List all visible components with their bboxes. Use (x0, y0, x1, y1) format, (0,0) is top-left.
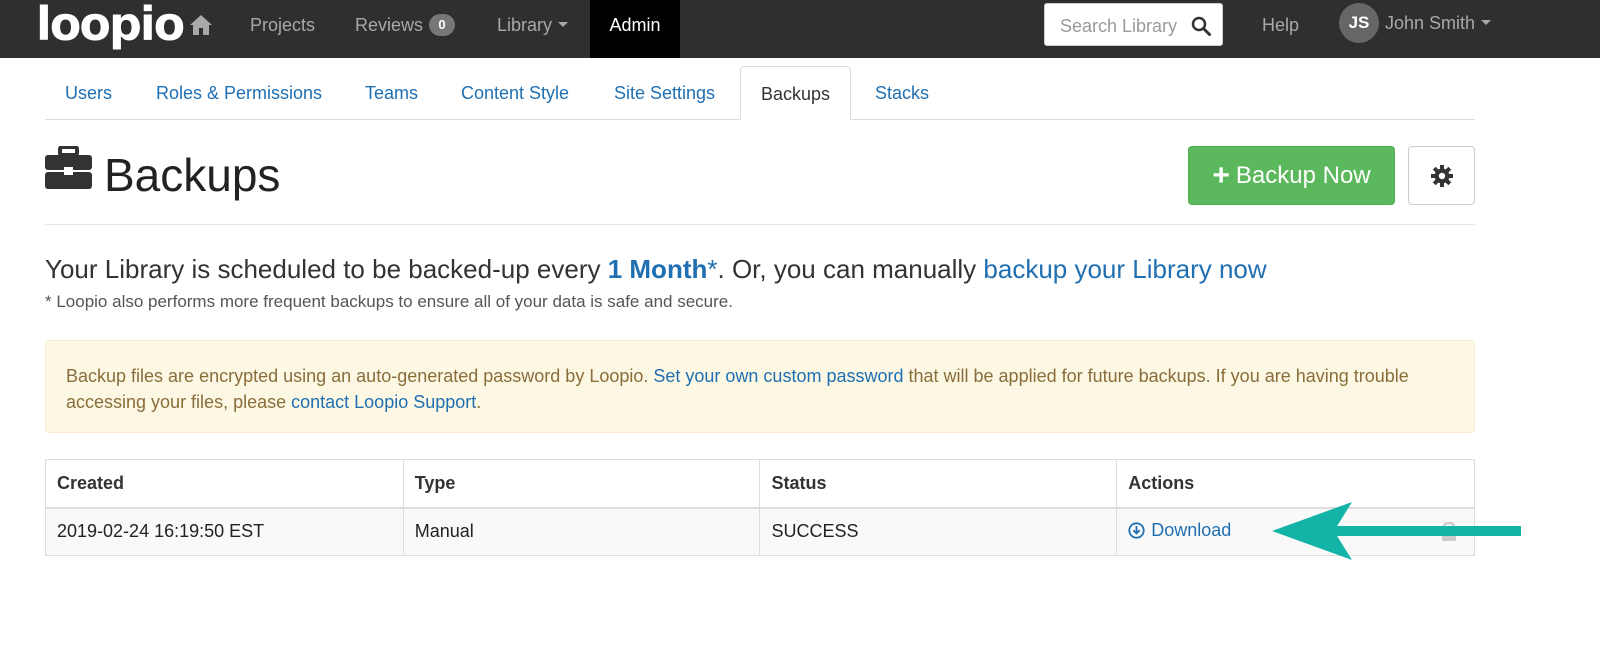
tab-roles-permissions[interactable]: Roles & Permissions (136, 66, 342, 120)
gear-icon (1431, 165, 1453, 187)
settings-button[interactable] (1408, 146, 1475, 205)
nav-reviews-label: Reviews (355, 15, 424, 35)
custom-password-link[interactable]: Set your own custom password (653, 366, 903, 386)
loopio-logo[interactable]: loopio (36, 1, 185, 47)
annotation-arrow (1272, 502, 1521, 560)
download-circle-icon (1128, 522, 1145, 539)
backup-now-label: Backup Now (1235, 162, 1371, 189)
search-input[interactable]: Search Library (1044, 3, 1223, 46)
chevron-down-icon (558, 22, 569, 27)
column-header-status: Status (759, 459, 1118, 509)
header-divider (45, 224, 1475, 225)
column-header-type: Type (402, 459, 761, 509)
search-placeholder: Search Library (1060, 16, 1178, 36)
alert-text-3: . (476, 392, 482, 412)
user-menu[interactable]: John Smith (1385, 0, 1492, 50)
tab-content-style[interactable]: Content Style (441, 66, 589, 120)
reviews-count-badge: 0 (429, 14, 456, 36)
tab-backups[interactable]: Backups (740, 66, 852, 120)
nav-help[interactable]: Help (1262, 0, 1299, 50)
table-header-row: Created Type Status Actions (45, 459, 1475, 509)
contact-support-link[interactable]: contact Loopio Support (291, 392, 476, 412)
schedule-frequency[interactable]: 1 Month (608, 254, 708, 284)
top-navbar: loopio Projects Reviews 0 Library Admin S… (0, 0, 1600, 58)
nav-admin[interactable]: Admin (590, 0, 680, 58)
column-header-created: Created (45, 459, 404, 509)
avatar[interactable]: JS (1339, 3, 1379, 43)
backup-now-link[interactable]: backup your Library now (983, 254, 1266, 284)
tab-site-settings[interactable]: Site Settings (594, 66, 735, 120)
nav-reviews[interactable]: Reviews 0 (355, 0, 456, 50)
schedule-prefix: Your Library is scheduled to be backed-u… (45, 254, 608, 284)
home-icon[interactable] (189, 14, 213, 36)
search-icon[interactable] (1191, 16, 1211, 36)
schedule-note: * Loopio also performs more frequent bac… (45, 292, 733, 311)
tab-teams[interactable]: Teams (345, 66, 438, 120)
page-title: Backups (104, 149, 281, 201)
plus-icon: + (1212, 159, 1230, 192)
schedule-middle: . Or, you can manually (717, 254, 984, 284)
chevron-down-icon (1481, 20, 1492, 25)
cell-status: SUCCESS (759, 507, 1118, 556)
briefcase-icon (45, 146, 92, 189)
backup-now-button[interactable]: + Backup Now (1188, 146, 1395, 205)
cell-created: 2019-02-24 16:19:50 EST (45, 507, 404, 556)
download-label: Download (1151, 519, 1232, 540)
admin-tabs: Users Roles & Permissions Teams Content … (45, 66, 1475, 120)
schedule-text: Your Library is scheduled to be backed-u… (45, 254, 1267, 285)
nav-library[interactable]: Library (497, 0, 569, 50)
user-name: John Smith (1385, 13, 1476, 33)
tab-users[interactable]: Users (45, 66, 132, 120)
tab-stacks[interactable]: Stacks (855, 66, 949, 120)
nav-library-label: Library (497, 15, 553, 35)
schedule-asterisk: * (707, 254, 718, 284)
encryption-alert: Backup files are encrypted using an auto… (45, 340, 1475, 433)
alert-text-1: Backup files are encrypted using an auto… (66, 366, 654, 386)
nav-projects[interactable]: Projects (250, 0, 315, 50)
cell-type: Manual (402, 507, 761, 556)
table-row: 2019-02-24 16:19:50 EST Manual SUCCESS D… (45, 507, 1475, 556)
download-link[interactable]: Download (1128, 520, 1231, 541)
backups-table: Created Type Status Actions 2019-02-24 1… (45, 459, 1475, 556)
